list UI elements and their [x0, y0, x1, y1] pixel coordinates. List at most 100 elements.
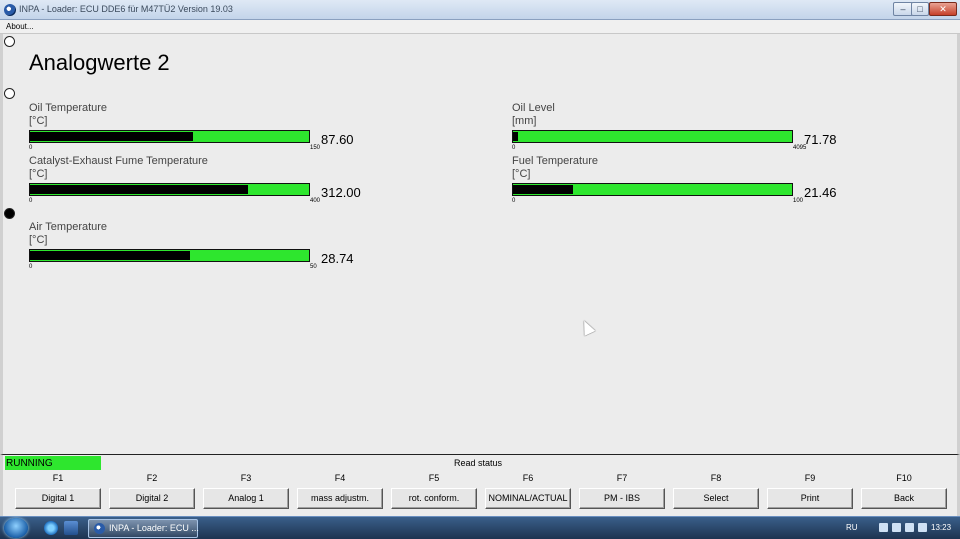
gauge-bar: [29, 249, 310, 262]
fkey-label: F9: [804, 473, 816, 483]
fkey-label: F7: [616, 473, 628, 483]
gauge-value: 87.60: [321, 132, 354, 147]
fkey-f2: F2 Digital 2: [109, 470, 203, 516]
file-explorer-icon[interactable]: [64, 521, 78, 535]
gauge-fill: [513, 132, 518, 141]
fkey-f1: F1 Digital 1: [15, 470, 109, 516]
power-icon[interactable]: [918, 523, 927, 532]
gauge-fill: [513, 185, 573, 194]
fkey-label: F5: [428, 473, 440, 483]
start-button[interactable]: [4, 518, 28, 538]
gauge-value: 312.00: [321, 185, 361, 200]
menu-item-about[interactable]: About...: [6, 22, 34, 31]
gauge-air-temperature: Air Temperature [°C] 28.74 0 50: [29, 221, 369, 273]
gauge-label: Air Temperature: [29, 221, 108, 233]
gauge-max: 4095: [793, 145, 807, 151]
back-button[interactable]: Back: [861, 488, 947, 509]
radio-option-3[interactable]: [4, 208, 15, 219]
fkey-f7: F7 PM - IBS: [579, 470, 673, 516]
gauge-unit: [°C]: [512, 168, 531, 180]
volume-icon[interactable]: [905, 523, 914, 532]
analog-1-button[interactable]: Analog 1: [203, 488, 289, 509]
digital-1-button[interactable]: Digital 1: [15, 488, 101, 509]
mass-adjustment-button[interactable]: mass adjustm.: [297, 488, 383, 509]
gauge-bar: [512, 183, 793, 196]
fkey-f10: F10 Back: [861, 470, 955, 516]
gauge-unit: [°C]: [29, 115, 48, 127]
minimize-button[interactable]: –: [893, 2, 913, 16]
gauge-max: 100: [793, 198, 804, 204]
gauge-max: 400: [310, 198, 321, 204]
window-title: INPA - Loader: ECU DDE6 für M47TÜ2 Versi…: [19, 4, 233, 14]
close-button[interactable]: ✕: [929, 2, 957, 16]
gauge-value: 28.74: [321, 251, 354, 266]
gauge-label: Oil Level: [512, 102, 555, 114]
main-panel: Analogwerte 2 Oil Temperature [°C] 87.60…: [0, 34, 960, 454]
gauge-unit: [mm]: [512, 115, 537, 127]
gauge-label: Fuel Temperature: [512, 155, 599, 167]
gauge-min: 0: [29, 145, 33, 151]
page-title: Analogwerte 2: [29, 50, 170, 75]
nominal-actual-button[interactable]: NOMINAL/ACTUAL: [485, 488, 571, 509]
taskbar-item-inpa[interactable]: INPA - Loader: ECU ...: [88, 519, 199, 538]
gauge-bar: [29, 130, 310, 143]
gauge-fill: [30, 132, 193, 141]
gauge-value: 71.78: [804, 132, 837, 147]
action-center-icon[interactable]: [892, 523, 901, 532]
gauge-label: Catalyst-Exhaust Fume Temperature: [29, 155, 208, 167]
fkey-label: F3: [240, 473, 252, 483]
inpa-app-icon: [94, 523, 105, 534]
gauge-value: 21.46: [804, 185, 837, 200]
fkey-label: F2: [146, 473, 158, 483]
fkey-label: F6: [522, 473, 534, 483]
gauge-unit: [°C]: [29, 234, 48, 246]
gauge-min: 0: [512, 145, 516, 151]
gauge-oil-level: Oil Level [mm] 71.78 0 4095: [512, 102, 852, 154]
language-indicator[interactable]: RU: [846, 523, 858, 532]
gauge-bar: [512, 130, 793, 143]
fkey-f9: F9 Print: [767, 470, 861, 516]
taskbar: INPA - Loader: ECU ... RU 13:23: [0, 516, 960, 539]
gauge-fuel-temperature: Fuel Temperature [°C] 21.46 0 100: [512, 155, 852, 207]
gauge-max: 150: [310, 145, 321, 151]
gauge-max: 50: [310, 264, 317, 270]
fkey-f6: F6 NOMINAL/ACTUAL: [485, 470, 579, 516]
gauge-min: 0: [29, 264, 33, 270]
fkey-f8: F8 Select: [673, 470, 767, 516]
network-icon[interactable]: [879, 523, 888, 532]
mouse-cursor-icon: [578, 318, 596, 336]
window-titlebar[interactable]: INPA - Loader: ECU DDE6 für M47TÜ2 Versi…: [0, 0, 960, 20]
gauge-catalyst-exhaust-temperature: Catalyst-Exhaust Fume Temperature [°C] 3…: [29, 155, 369, 207]
select-button[interactable]: Select: [673, 488, 759, 509]
fkey-f5: F5 rot. conform.: [391, 470, 485, 516]
gauge-oil-temperature: Oil Temperature [°C] 87.60 0 150: [29, 102, 369, 154]
gauge-label: Oil Temperature: [29, 102, 108, 114]
menu-bar: About...: [0, 20, 960, 34]
inpa-app-icon: [4, 4, 16, 16]
pm-ibs-button[interactable]: PM - IBS: [579, 488, 665, 509]
gauge-min: 0: [512, 198, 516, 204]
radio-option-2[interactable]: [4, 88, 15, 99]
fkey-f3: F3 Analog 1: [203, 470, 297, 516]
print-button[interactable]: Print: [767, 488, 853, 509]
status-bar: RUNNING Read status: [0, 454, 960, 473]
gauge-unit: [°C]: [29, 168, 48, 180]
fkey-f4: F4 mass adjustm.: [297, 470, 391, 516]
read-status-label: Read status: [454, 458, 503, 468]
system-clock[interactable]: 13:23: [931, 523, 951, 532]
gauge-min: 0: [29, 198, 33, 204]
fkey-label: F10: [896, 473, 912, 483]
digital-2-button[interactable]: Digital 2: [109, 488, 195, 509]
maximize-button[interactable]: □: [911, 2, 929, 16]
gauge-fill: [30, 251, 191, 260]
gauge-fill: [30, 185, 248, 194]
internet-explorer-icon[interactable]: [44, 521, 58, 535]
fkey-label: F8: [710, 473, 722, 483]
rot-conform-button[interactable]: rot. conform.: [391, 488, 477, 509]
radio-option-1[interactable]: [4, 36, 15, 47]
taskbar-item-label: INPA - Loader: ECU ...: [109, 523, 199, 533]
function-key-bar: F1 Digital 1 F2 Digital 2 F3 Analog 1 F4…: [0, 470, 960, 516]
fkey-label: F1: [52, 473, 64, 483]
desktop: INPA - Loader: ECU DDE6 für M47TÜ2 Versi…: [0, 0, 960, 539]
fkey-label: F4: [334, 473, 346, 483]
